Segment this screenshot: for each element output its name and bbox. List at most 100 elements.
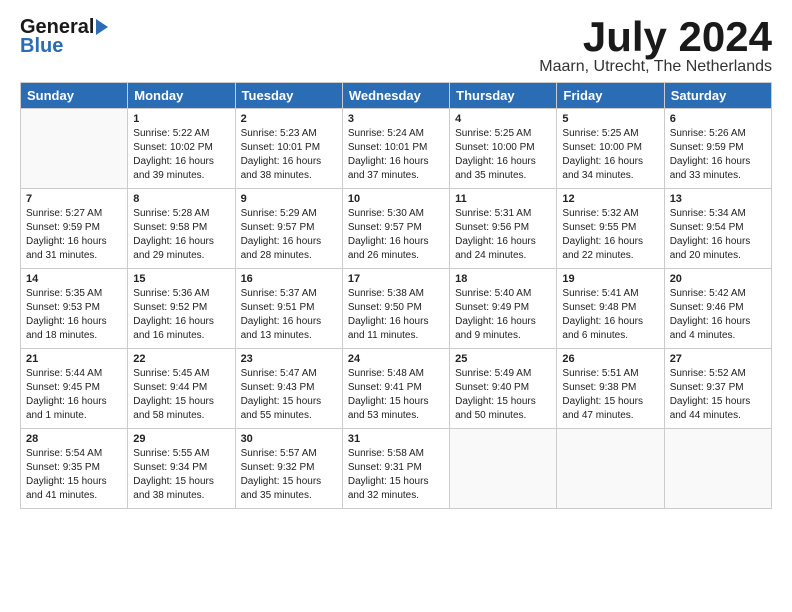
- col-sunday: Sunday: [21, 83, 128, 109]
- day-number: 13: [670, 193, 766, 205]
- day-cell: 23 Sunrise: 5:47 AM Sunset: 9:43 PM Dayli…: [235, 349, 342, 429]
- day-cell: 25 Sunrise: 5:49 AM Sunset: 9:40 PM Dayli…: [450, 349, 557, 429]
- day-number: 14: [26, 273, 122, 285]
- day-info: Sunrise: 5:58 AM Sunset: 9:31 PM Dayligh…: [348, 447, 444, 503]
- day-number: 22: [133, 353, 229, 365]
- day-info: Sunrise: 5:52 AM Sunset: 9:37 PM Dayligh…: [670, 367, 766, 423]
- day-number: 11: [455, 193, 551, 205]
- day-number: 23: [241, 353, 337, 365]
- day-cell: 12Sunrise: 5:32 AM Sunset: 9:55 PM Dayli…: [557, 189, 664, 269]
- day-info: Sunrise: 5:51 AM Sunset: 9:38 PM Dayligh…: [562, 367, 658, 423]
- day-cell: 29 Sunrise: 5:55 AM Sunset: 9:34 PM Dayli…: [128, 429, 235, 509]
- day-number: 7: [26, 193, 122, 205]
- day-number: 31: [348, 433, 444, 445]
- day-cell: 10Sunrise: 5:30 AM Sunset: 9:57 PM Dayli…: [342, 189, 449, 269]
- col-saturday: Saturday: [664, 83, 771, 109]
- day-number: 20: [670, 273, 766, 285]
- calendar-table: Sunday Monday Tuesday Wednesday Thursday…: [20, 82, 772, 509]
- week-row-2: 7 Sunrise: 5:27 AM Sunset: 9:59 PM Daylig…: [21, 189, 772, 269]
- day-info: Sunrise: 5:49 AM Sunset: 9:40 PM Dayligh…: [455, 367, 551, 423]
- day-info: Sunrise: 5:36 AM Sunset: 9:52 PM Dayligh…: [133, 287, 229, 343]
- day-cell: 21Sunrise: 5:44 AM Sunset: 9:45 PM Dayli…: [21, 349, 128, 429]
- col-thursday: Thursday: [450, 83, 557, 109]
- day-info: Sunrise: 5:28 AM Sunset: 9:58 PM Dayligh…: [133, 207, 229, 263]
- day-cell: [557, 429, 664, 509]
- day-info: Sunrise: 5:47 AM Sunset: 9:43 PM Dayligh…: [241, 367, 337, 423]
- week-row-1: 1 Sunrise: 5:22 AM Sunset: 10:02 PM Dayli…: [21, 109, 772, 189]
- day-number: 15: [133, 273, 229, 285]
- day-cell: 16 Sunrise: 5:37 AM Sunset: 9:51 PM Dayli…: [235, 269, 342, 349]
- day-number: 4: [455, 113, 551, 125]
- header: General Blue July 2024 Maarn, Utrecht, T…: [20, 16, 772, 76]
- day-info: Sunrise: 5:42 AM Sunset: 9:46 PM Dayligh…: [670, 287, 766, 343]
- day-cell: 13 Sunrise: 5:34 AM Sunset: 9:54 PM Dayli…: [664, 189, 771, 269]
- logo-arrow-icon: [96, 19, 108, 35]
- day-info: Sunrise: 5:45 AM Sunset: 9:44 PM Dayligh…: [133, 367, 229, 423]
- day-number: 17: [348, 273, 444, 285]
- day-number: 29: [133, 433, 229, 445]
- day-number: 27: [670, 353, 766, 365]
- day-cell: 8 Sunrise: 5:28 AM Sunset: 9:58 PM Daylig…: [128, 189, 235, 269]
- day-number: 18: [455, 273, 551, 285]
- day-number: 2: [241, 113, 337, 125]
- day-cell: 5Sunrise: 5:25 AM Sunset: 10:00 PM Dayli…: [557, 109, 664, 189]
- day-cell: 1 Sunrise: 5:22 AM Sunset: 10:02 PM Dayli…: [128, 109, 235, 189]
- day-info: Sunrise: 5:38 AM Sunset: 9:50 PM Dayligh…: [348, 287, 444, 343]
- day-number: 3: [348, 113, 444, 125]
- day-info: Sunrise: 5:25 AM Sunset: 10:00 PM Daylig…: [455, 127, 551, 183]
- day-info: Sunrise: 5:37 AM Sunset: 9:51 PM Dayligh…: [241, 287, 337, 343]
- day-info: Sunrise: 5:25 AM Sunset: 10:00 PM Daylig…: [562, 127, 658, 183]
- day-info: Sunrise: 5:40 AM Sunset: 9:49 PM Dayligh…: [455, 287, 551, 343]
- day-cell: 28Sunrise: 5:54 AM Sunset: 9:35 PM Dayli…: [21, 429, 128, 509]
- day-info: Sunrise: 5:26 AM Sunset: 9:59 PM Dayligh…: [670, 127, 766, 183]
- day-info: Sunrise: 5:35 AM Sunset: 9:53 PM Dayligh…: [26, 287, 122, 343]
- day-number: 25: [455, 353, 551, 365]
- day-cell: 11 Sunrise: 5:31 AM Sunset: 9:56 PM Dayli…: [450, 189, 557, 269]
- title-block: July 2024 Maarn, Utrecht, The Netherland…: [539, 16, 772, 76]
- day-info: Sunrise: 5:34 AM Sunset: 9:54 PM Dayligh…: [670, 207, 766, 263]
- day-cell: 26 Sunrise: 5:51 AM Sunset: 9:38 PM Dayli…: [557, 349, 664, 429]
- day-cell: 19 Sunrise: 5:41 AM Sunset: 9:48 PM Dayli…: [557, 269, 664, 349]
- day-info: Sunrise: 5:24 AM Sunset: 10:01 PM Daylig…: [348, 127, 444, 183]
- day-number: 16: [241, 273, 337, 285]
- day-number: 1: [133, 113, 229, 125]
- col-wednesday: Wednesday: [342, 83, 449, 109]
- day-number: 8: [133, 193, 229, 205]
- day-cell: 9 Sunrise: 5:29 AM Sunset: 9:57 PM Daylig…: [235, 189, 342, 269]
- day-cell: 27 Sunrise: 5:52 AM Sunset: 9:37 PM Dayli…: [664, 349, 771, 429]
- day-cell: 24Sunrise: 5:48 AM Sunset: 9:41 PM Dayli…: [342, 349, 449, 429]
- day-cell: 17 Sunrise: 5:38 AM Sunset: 9:50 PM Dayli…: [342, 269, 449, 349]
- day-number: 9: [241, 193, 337, 205]
- location: Maarn, Utrecht, The Netherlands: [539, 58, 772, 76]
- day-info: Sunrise: 5:54 AM Sunset: 9:35 PM Dayligh…: [26, 447, 122, 503]
- day-info: Sunrise: 5:29 AM Sunset: 9:57 PM Dayligh…: [241, 207, 337, 263]
- day-cell: 30Sunrise: 5:57 AM Sunset: 9:32 PM Dayli…: [235, 429, 342, 509]
- col-monday: Monday: [128, 83, 235, 109]
- header-row: Sunday Monday Tuesday Wednesday Thursday…: [21, 83, 772, 109]
- day-cell: 14 Sunrise: 5:35 AM Sunset: 9:53 PM Dayli…: [21, 269, 128, 349]
- day-info: Sunrise: 5:22 AM Sunset: 10:02 PM Daylig…: [133, 127, 229, 183]
- week-row-3: 14 Sunrise: 5:35 AM Sunset: 9:53 PM Dayli…: [21, 269, 772, 349]
- day-info: Sunrise: 5:27 AM Sunset: 9:59 PM Dayligh…: [26, 207, 122, 263]
- day-info: Sunrise: 5:55 AM Sunset: 9:34 PM Dayligh…: [133, 447, 229, 503]
- day-info: Sunrise: 5:48 AM Sunset: 9:41 PM Dayligh…: [348, 367, 444, 423]
- calendar-page: General Blue July 2024 Maarn, Utrecht, T…: [0, 0, 792, 519]
- logo-blue: Blue: [20, 35, 63, 58]
- day-cell: 7 Sunrise: 5:27 AM Sunset: 9:59 PM Daylig…: [21, 189, 128, 269]
- col-friday: Friday: [557, 83, 664, 109]
- day-info: Sunrise: 5:41 AM Sunset: 9:48 PM Dayligh…: [562, 287, 658, 343]
- day-info: Sunrise: 5:44 AM Sunset: 9:45 PM Dayligh…: [26, 367, 122, 423]
- day-cell: [450, 429, 557, 509]
- day-cell: 22 Sunrise: 5:45 AM Sunset: 9:44 PM Dayli…: [128, 349, 235, 429]
- day-number: 26: [562, 353, 658, 365]
- week-row-4: 21Sunrise: 5:44 AM Sunset: 9:45 PM Dayli…: [21, 349, 772, 429]
- day-number: 30: [241, 433, 337, 445]
- month-title: July 2024: [539, 16, 772, 58]
- day-cell: 4 Sunrise: 5:25 AM Sunset: 10:00 PM Dayli…: [450, 109, 557, 189]
- day-cell: 20 Sunrise: 5:42 AM Sunset: 9:46 PM Dayli…: [664, 269, 771, 349]
- day-info: Sunrise: 5:31 AM Sunset: 9:56 PM Dayligh…: [455, 207, 551, 263]
- day-info: Sunrise: 5:23 AM Sunset: 10:01 PM Daylig…: [241, 127, 337, 183]
- day-number: 12: [562, 193, 658, 205]
- day-number: 19: [562, 273, 658, 285]
- col-tuesday: Tuesday: [235, 83, 342, 109]
